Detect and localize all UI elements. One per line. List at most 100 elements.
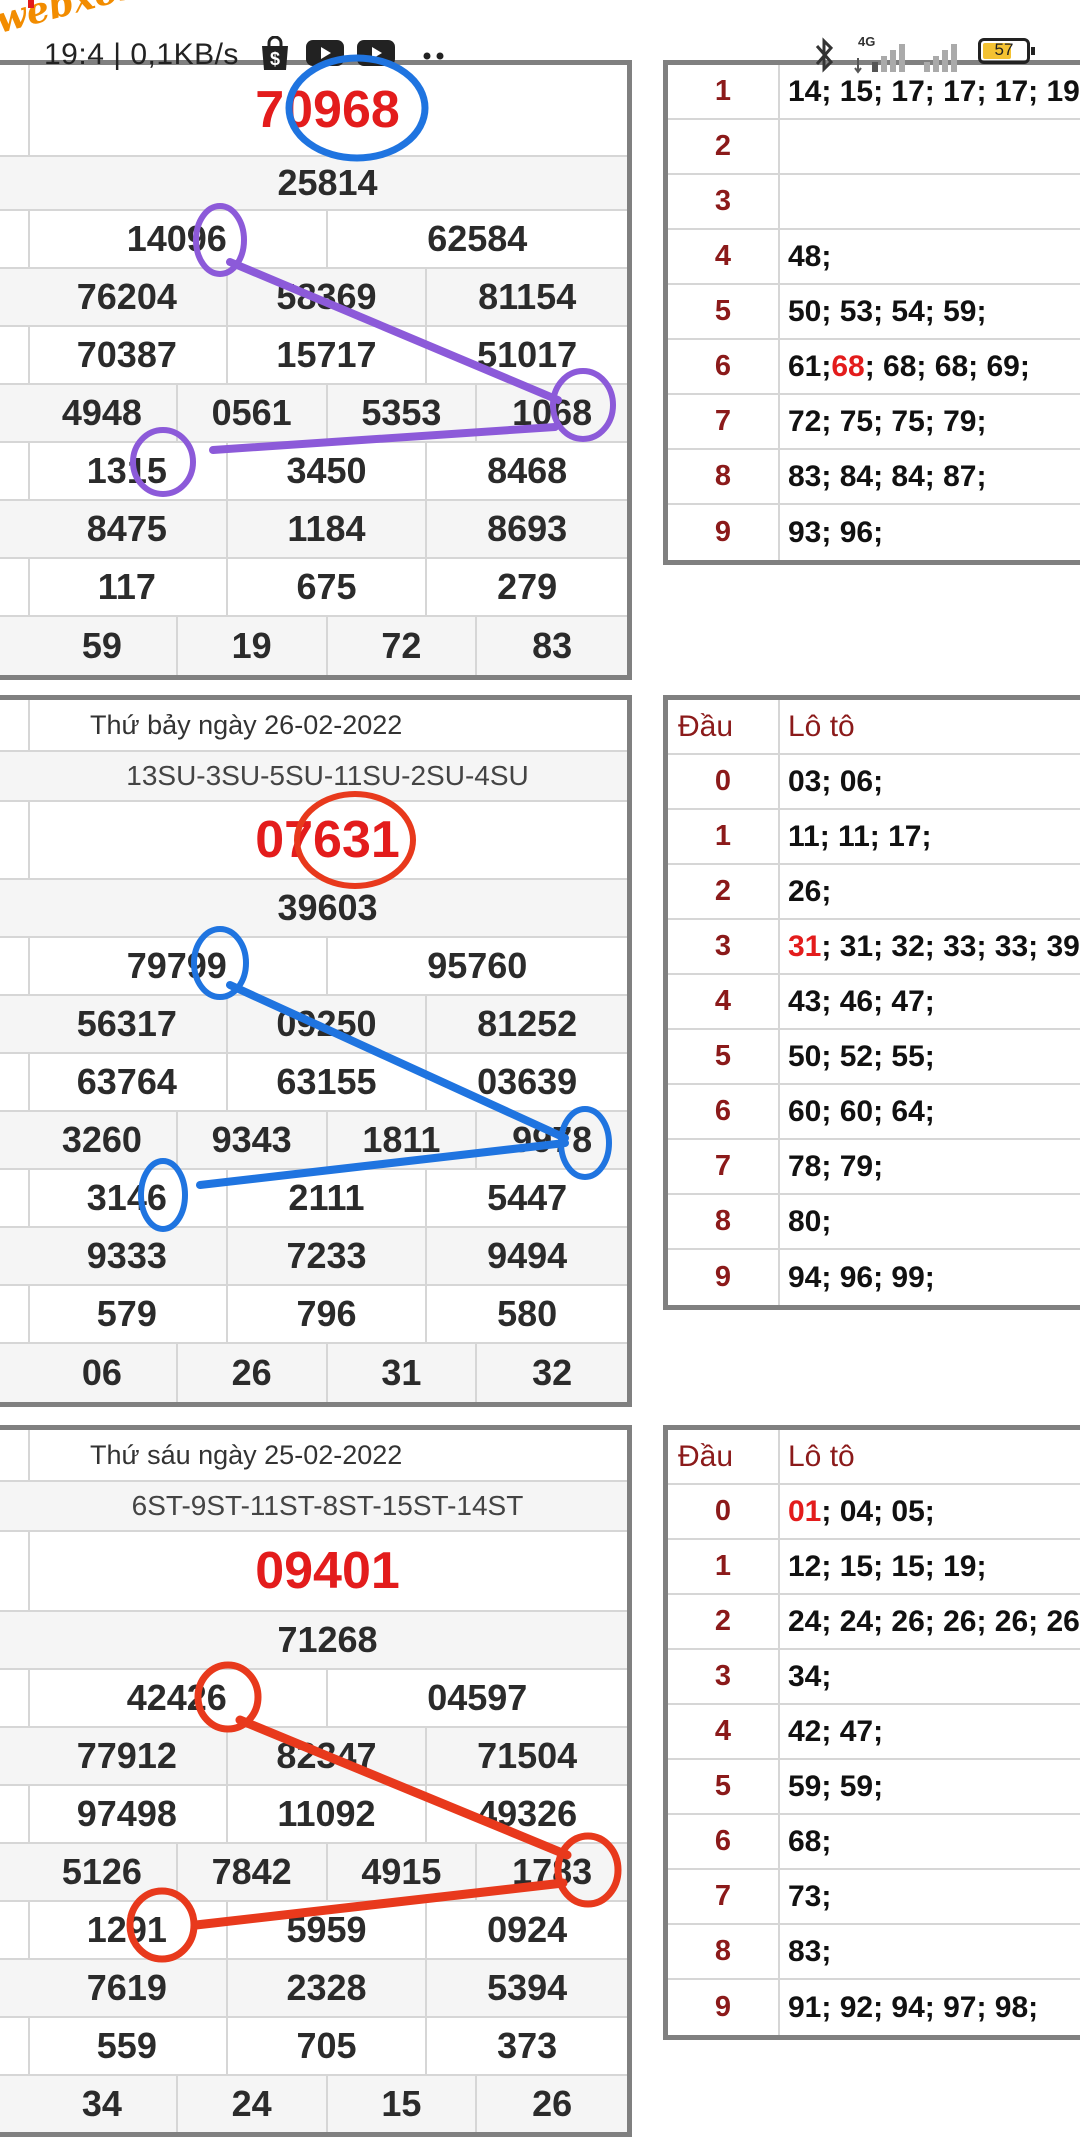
bluetooth-icon [815,37,834,73]
prize-number: 58369 [228,269,428,325]
prize-row-codes: 13SU-3SU-5SU-11SU-2SU-4SU [0,752,627,802]
prize-number: 15 [328,2076,478,2132]
prize-row-g5b: 7619 2328 5394 [0,1960,627,2018]
loto-value-text: 59; 59; [788,1769,884,1803]
prize-row-g4: 4948 0561 5353 1068 [0,385,627,443]
loto-value-text: 11; 11; 17; [788,819,932,853]
loto-row: 5 50; 53; 54; 59; [668,285,1080,340]
loto-row: 7 73; [668,1870,1080,1925]
loto-values: 12; 15; 15; 19; [788,1540,986,1593]
loto-values: 80; [788,1195,831,1248]
battery-level: 57 [994,40,1014,59]
prize-number: 9333 [28,1228,228,1284]
loto-row: 4 42; 47; [668,1705,1080,1760]
loto-head-digit: 2 [714,130,732,162]
youtube-icon [357,40,395,66]
loto-head-digit: 4 [714,985,732,1017]
draw-date: Thứ sáu ngày 25-02-2022 [90,1439,403,1470]
prize-codes: 6ST-9ST-11ST-8ST-15ST-14ST [131,1490,524,1521]
loto-head-digit: 8 [714,1205,732,1237]
prize-row-g3b: 97498 11092 49326 [0,1786,627,1844]
prize-number: 8475 [28,501,228,557]
loto-value-text: 12; 15; 15; 19; [788,1549,987,1583]
prize-row-special: 07631 [0,802,627,880]
loto-row: 1 12; 15; 15; 19; [668,1540,1080,1595]
prize-number: 63764 [28,1054,228,1110]
prize-number: 32 [532,1352,573,1393]
loto-head-digit: 3 [714,1660,732,1692]
loto-head-digit: 7 [714,1880,732,1912]
prize-number: 1291 [28,1902,228,1958]
prize-number: 0924 [487,1909,568,1950]
prize-number: 1184 [228,501,428,557]
loto-values: 48; [788,230,831,283]
prize-number: 8693 [487,508,568,549]
loto-value-text: 26; [788,874,832,908]
loto-header-row: Đầu Lô tô [668,700,1080,755]
prize-row-g5b: 9333 7233 9494 [0,1228,627,1286]
loto-values: 11; 11; 17; [788,810,931,863]
prize-number: 5447 [487,1177,568,1218]
loto-row: 5 59; 59; [668,1760,1080,1815]
loto-value-text: 94; 96; 99; [788,1260,935,1294]
prize-row-header: Thứ bảy ngày 26-02-2022 [0,700,627,752]
prize-number: 3450 [228,443,428,499]
prize-row-special: 09401 [0,1532,627,1612]
loto-value-text: 03; 06; [788,764,884,798]
loto-values: 78; 79; [788,1140,883,1193]
loto-values: 50; 53; 54; 59; [788,285,986,338]
loto-values: 68; [788,1815,831,1868]
prize-row-codes: 6ST-9ST-11ST-8ST-15ST-14ST [0,1482,627,1532]
loto-table: 1 14; 15; 17; 17; 17; 19; 2 3 4 48; 5 50; 53; 5… [663,60,1080,565]
loto-row: 6 68; [668,1815,1080,1870]
shopping-bag-icon: $ [262,36,288,70]
loto-value-text: 78; 79; [788,1149,884,1183]
prize-number: 56317 [28,996,228,1052]
loto-head-digit: 8 [714,1935,732,1967]
screenshot-stage: webxoso.net 19:4 | 0,1KB/s $ 4G [0,0,1080,2137]
loto-values: 34; [788,1650,831,1703]
loto-head-digit: 6 [714,350,732,382]
loto-values: 03; 06; [788,755,883,808]
prize-row-g5a: 1291 5959 0924 [0,1902,627,1960]
prize-number: 579 [28,1286,228,1342]
prize-number: 559 [28,2018,228,2074]
prize-number: 77912 [28,1728,228,1784]
loto-row: 0 03; 06; [668,755,1080,810]
prize-number: 3260 [28,1112,178,1168]
loto-head-digit: 4 [714,1715,732,1747]
loto-head-digit: 9 [714,1261,732,1293]
loto-value-text: 34; [788,1659,832,1693]
loto-row: 2 24; 24; 26; 26; 26; 26; [668,1595,1080,1650]
prize-number: 09250 [228,996,428,1052]
loto-values: 72; 75; 75; 79; [788,395,986,448]
loto-values: 73; [788,1870,831,1923]
loto-highlight: 31 [788,929,822,963]
youtube-icon [306,40,344,66]
prize-number: 26 [178,1344,328,1402]
loto-value-text: 60; 60; 64; [788,1094,935,1128]
prize-number: 1783 [512,1851,593,1892]
loto-values: 01; 04; 05; [788,1485,935,1538]
loto-head-digit: 0 [714,1495,732,1527]
loto-head-digit: 0 [714,765,732,797]
prize-number: 1068 [512,392,593,433]
loto-value-text: ; 31; 32; 33; 33; 39; [821,929,1080,963]
status-speed: 0,1KB/s [130,38,239,71]
loto-values: 26; [788,865,831,918]
prize-number: 97498 [28,1786,228,1842]
prize-number: 1315 [28,443,228,499]
loto-value-text: ; 04; 05; [821,1494,935,1528]
prize-number: 0561 [178,385,328,441]
prize-number: 82347 [228,1728,428,1784]
prize-number: 5394 [487,1967,568,2008]
loto-row: 9 94; 96; 99; [668,1250,1080,1305]
loto-value-text: 83; 84; 84; 87; [788,459,987,493]
prize-number: 81252 [477,1003,578,1044]
loto-row: 9 93; 96; [668,505,1080,560]
loto-head-digit: 2 [714,875,732,907]
prize-number: 71268 [277,1619,378,1660]
loto-table: Đầu Lô tô 0 03; 06; 1 11; 11; 17; 2 26; 3 31; 31;… [663,695,1080,1310]
loto-head-digit: 1 [714,820,732,852]
prize-number: 03639 [477,1061,578,1102]
